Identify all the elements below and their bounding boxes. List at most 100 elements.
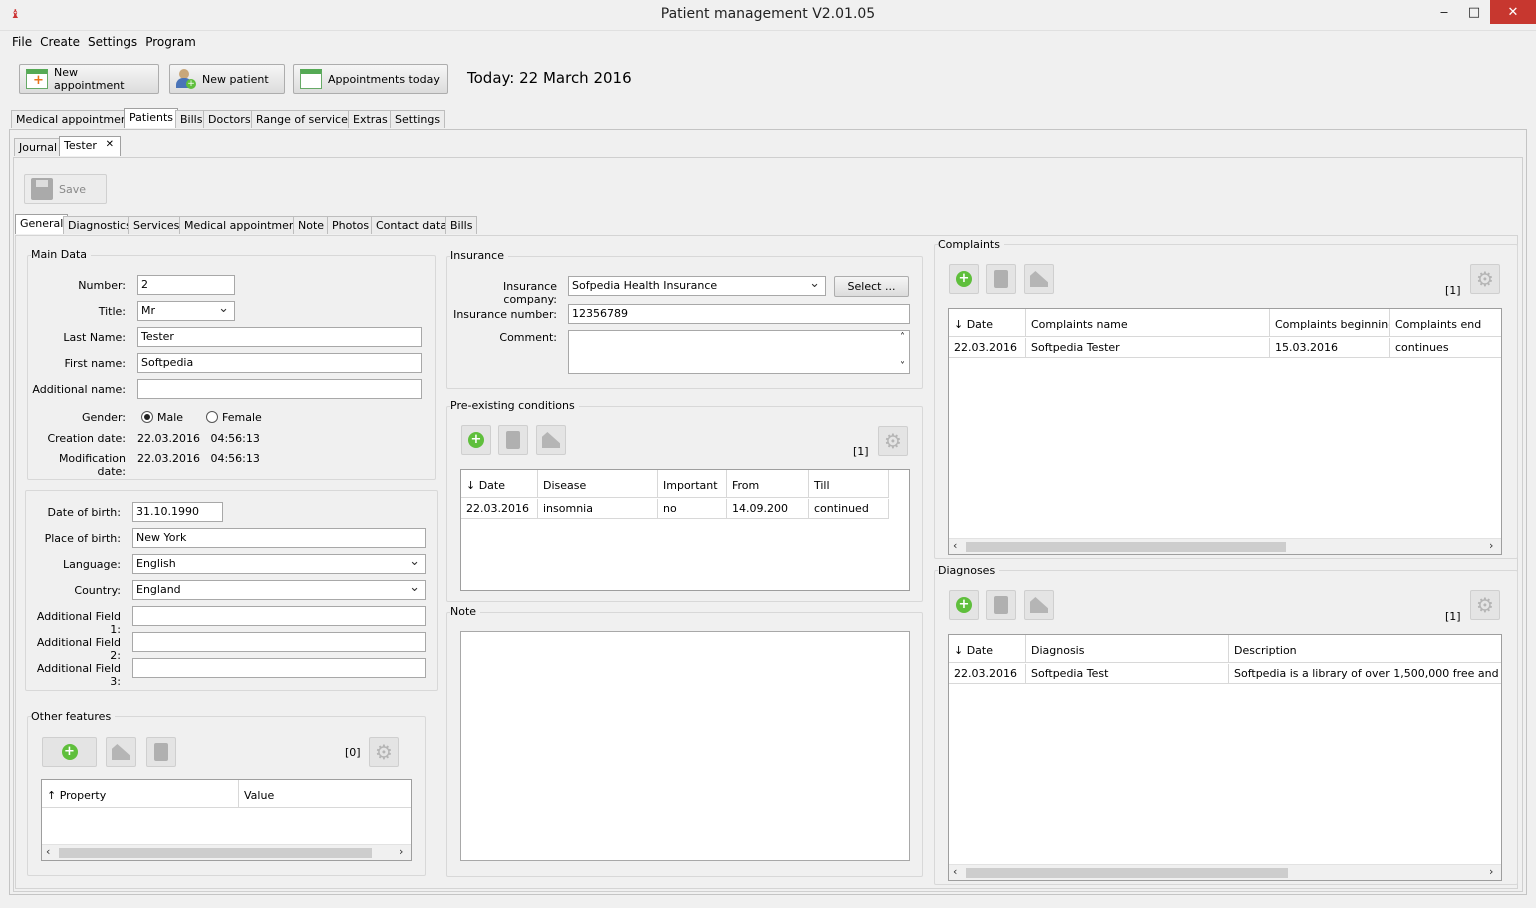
other-features-hscroll[interactable]: ‹ ›: [42, 844, 411, 860]
additional-field-1-input[interactable]: [132, 606, 426, 626]
scroll-up-icon[interactable]: ˄: [900, 332, 905, 343]
tab-note[interactable]: Note: [293, 216, 330, 234]
menu-program[interactable]: Program: [145, 35, 196, 49]
add-feature-button[interactable]: +: [42, 737, 97, 767]
menu-settings[interactable]: Settings: [88, 35, 137, 49]
minimize-icon[interactable]: ‒: [1430, 0, 1458, 24]
scroll-left-icon[interactable]: ‹: [46, 845, 50, 858]
new-appointment-button[interactable]: + New appointment: [19, 64, 159, 94]
tab-extras[interactable]: Extras: [348, 110, 393, 128]
column-complaints-beginning[interactable]: Complaints beginning: [1270, 309, 1390, 337]
scroll-left-icon[interactable]: ‹: [953, 539, 957, 552]
menu-file[interactable]: File: [12, 35, 32, 49]
column-important[interactable]: Important: [658, 470, 727, 498]
table-cell[interactable]: Softpedia Test: [1026, 664, 1229, 684]
insurance-number-input[interactable]: 12356789: [568, 304, 910, 324]
tab-journal[interactable]: Journal: [14, 138, 63, 156]
diagnosis-settings-button[interactable]: ⚙: [1470, 590, 1500, 620]
table-cell[interactable]: 22.03.2016: [949, 338, 1026, 358]
dob-input[interactable]: 31.10.1990: [132, 502, 223, 522]
tab-detail-medical-appointments[interactable]: Medical appointments: [179, 216, 311, 234]
tab-detail-bills[interactable]: Bills: [445, 216, 478, 234]
scroll-thumb[interactable]: [59, 848, 372, 858]
table-cell[interactable]: 22.03.2016: [461, 499, 538, 519]
column-description[interactable]: Description: [1229, 635, 1501, 663]
diagnoses-table[interactable]: ↓ Date Diagnosis Description 22.03.2016 …: [948, 634, 1502, 881]
appointments-today-button[interactable]: Appointments today: [293, 64, 448, 94]
edit-diagnosis-button[interactable]: [1024, 590, 1054, 620]
title-select[interactable]: Mr: [137, 301, 235, 321]
column-till[interactable]: Till: [809, 470, 889, 498]
table-cell[interactable]: 22.03.2016: [949, 664, 1026, 684]
additional-field-3-input[interactable]: [132, 658, 426, 678]
feature-settings-button[interactable]: ⚙: [369, 737, 399, 767]
tab-general[interactable]: General: [15, 214, 69, 234]
other-features-table[interactable]: ↑ Property Value ‹ ›: [41, 779, 412, 861]
complaints-hscroll[interactable]: ‹ ›: [949, 538, 1501, 554]
column-value[interactable]: Value: [239, 780, 411, 808]
column-date[interactable]: ↓ Date: [949, 635, 1026, 663]
scroll-right-icon[interactable]: ›: [1489, 539, 1493, 552]
close-tab-icon[interactable]: ✕: [106, 139, 114, 150]
select-insurance-button[interactable]: Select ...: [834, 276, 909, 297]
scroll-thumb[interactable]: [966, 542, 1286, 552]
female-radio[interactable]: [206, 411, 218, 423]
column-diagnosis[interactable]: Diagnosis: [1026, 635, 1229, 663]
table-cell[interactable]: insomnia: [538, 499, 658, 519]
comment-textarea[interactable]: ˄ ˅: [568, 330, 910, 374]
tab-contact-data[interactable]: Contact data: [371, 216, 453, 234]
table-cell[interactable]: continues: [1390, 338, 1501, 358]
menu-create[interactable]: Create: [40, 35, 80, 49]
column-disease[interactable]: Disease: [538, 470, 658, 498]
complaint-settings-button[interactable]: ⚙: [1470, 264, 1500, 294]
delete-complaint-button[interactable]: [986, 264, 1016, 294]
add-complaint-button[interactable]: +: [949, 264, 979, 294]
edit-complaint-button[interactable]: [1024, 264, 1054, 294]
place-of-birth-input[interactable]: New York: [132, 528, 426, 548]
table-cell[interactable]: no: [658, 499, 727, 519]
tab-settings[interactable]: Settings: [390, 110, 446, 128]
scroll-thumb[interactable]: [966, 868, 1288, 878]
table-cell[interactable]: 14.09.200: [727, 499, 809, 519]
tab-patients[interactable]: Patients: [124, 108, 179, 128]
delete-feature-button[interactable]: [146, 737, 176, 767]
table-cell[interactable]: Softpedia Tester: [1026, 338, 1270, 358]
column-date[interactable]: ↓ Date: [461, 470, 538, 498]
language-select[interactable]: English: [132, 554, 426, 574]
tab-doctors[interactable]: Doctors: [203, 110, 256, 128]
number-input[interactable]: 2: [137, 275, 235, 295]
column-from[interactable]: From: [727, 470, 809, 498]
scroll-right-icon[interactable]: ›: [399, 845, 403, 858]
country-select[interactable]: England: [132, 580, 426, 600]
tab-photos[interactable]: Photos: [327, 216, 375, 234]
scroll-left-icon[interactable]: ‹: [953, 865, 957, 878]
column-date[interactable]: ↓ Date: [949, 309, 1026, 337]
column-complaints-end[interactable]: Complaints end: [1390, 309, 1501, 337]
maximize-icon[interactable]: □: [1460, 0, 1488, 24]
additional-name-input[interactable]: [137, 379, 422, 399]
close-icon[interactable]: ✕: [1490, 0, 1536, 24]
delete-diagnosis-button[interactable]: [986, 590, 1016, 620]
additional-field-2-input[interactable]: [132, 632, 426, 652]
column-property[interactable]: ↑ Property: [42, 780, 239, 808]
edit-condition-button[interactable]: [536, 425, 566, 455]
add-condition-button[interactable]: +: [461, 425, 491, 455]
table-cell[interactable]: 15.03.2016: [1270, 338, 1390, 358]
new-patient-button[interactable]: + New patient: [169, 64, 285, 94]
table-cell[interactable]: Softpedia is a library of over 1,500,000…: [1229, 664, 1501, 684]
insurance-company-select[interactable]: Sofpedia Health Insurance: [568, 276, 826, 296]
note-textarea[interactable]: [460, 631, 910, 861]
tab-services[interactable]: Services: [128, 216, 185, 234]
tab-range-of-services[interactable]: Range of services: [251, 110, 359, 128]
tab-diagnostics[interactable]: Diagnostics: [63, 216, 137, 234]
delete-condition-button[interactable]: [498, 425, 528, 455]
edit-feature-button[interactable]: [106, 737, 136, 767]
tab-tester[interactable]: Tester ✕: [59, 136, 121, 156]
condition-settings-button[interactable]: ⚙: [878, 426, 908, 456]
column-complaints-name[interactable]: Complaints name: [1026, 309, 1270, 337]
diagnoses-hscroll[interactable]: ‹ ›: [949, 864, 1501, 880]
add-diagnosis-button[interactable]: +: [949, 590, 979, 620]
first-name-input[interactable]: Softpedia: [137, 353, 422, 373]
male-radio[interactable]: [141, 411, 153, 423]
last-name-input[interactable]: Tester: [137, 327, 422, 347]
